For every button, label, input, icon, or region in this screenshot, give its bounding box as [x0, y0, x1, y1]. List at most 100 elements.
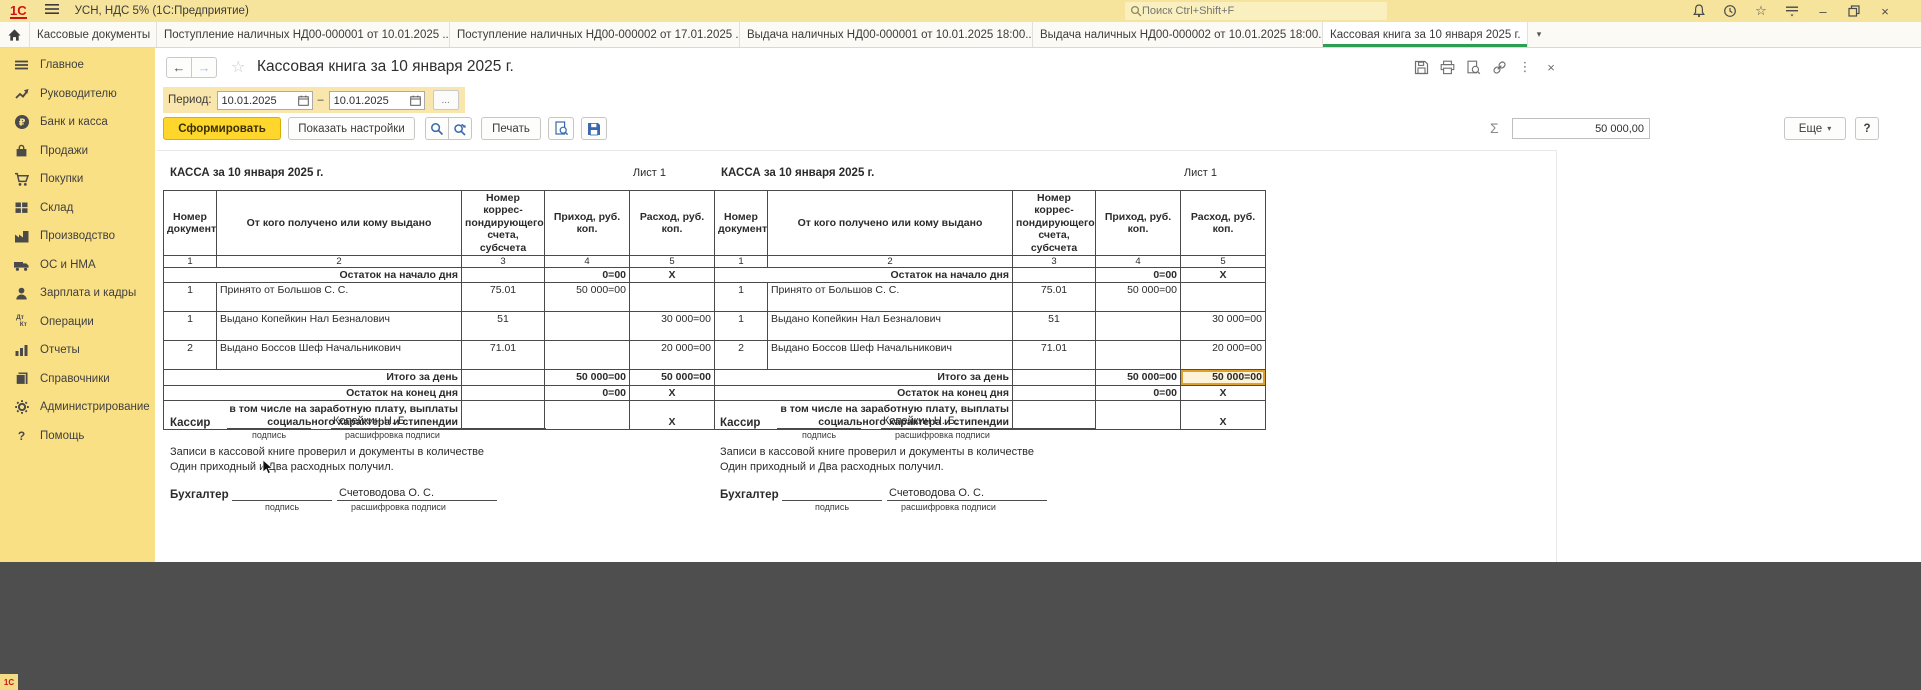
- more-button[interactable]: Еще ▾: [1784, 117, 1846, 140]
- col-header-in[interactable]: Приход, руб. коп.: [545, 191, 630, 256]
- find-button[interactable]: [425, 117, 449, 140]
- sidebar-item-help[interactable]: ? Помощь: [0, 422, 155, 451]
- generate-button[interactable]: Сформировать: [163, 117, 281, 140]
- sidebar-item-warehouse[interactable]: Склад: [0, 194, 155, 223]
- cell-total-in[interactable]: 50 000=00: [1096, 370, 1181, 385]
- col-header-account[interactable]: Номер коррес-пондирующего счета, субсчет…: [1013, 191, 1096, 256]
- cell-doc-num[interactable]: 1: [164, 283, 217, 312]
- cell-payee[interactable]: Принято от Большов С. С.: [217, 283, 462, 312]
- cell-opening-label[interactable]: Остаток на начало дня: [164, 268, 462, 283]
- history-icon[interactable]: [1722, 3, 1738, 19]
- cell-payee[interactable]: Выдано Копейкин Нал Безналович: [768, 312, 1013, 341]
- sidebar-item-directories[interactable]: Справочники: [0, 365, 155, 394]
- calendar-icon[interactable]: [408, 92, 424, 109]
- tab-cash-documents[interactable]: Кассовые документы ×: [30, 22, 157, 47]
- save-button[interactable]: [581, 117, 607, 140]
- get-link-icon[interactable]: [1491, 59, 1507, 75]
- cell-out[interactable]: [630, 283, 715, 312]
- cell-payee[interactable]: Выдано Копейкин Нал Безналович: [217, 312, 462, 341]
- restore-button[interactable]: [1846, 3, 1862, 19]
- favorites-star-icon[interactable]: ☆: [1753, 3, 1769, 19]
- col-num[interactable]: 2: [217, 255, 462, 267]
- notifications-bell-icon[interactable]: [1691, 3, 1707, 19]
- cell-closing-label[interactable]: Остаток на конец дня: [715, 385, 1013, 400]
- col-num[interactable]: 4: [1096, 255, 1181, 267]
- cell-in[interactable]: 50 000=00: [1096, 283, 1181, 312]
- cell-total-label[interactable]: Итого за день: [164, 370, 462, 385]
- tab-home[interactable]: [0, 22, 30, 47]
- minimize-button[interactable]: –: [1815, 3, 1831, 19]
- cell-closing-label[interactable]: Остаток на конец дня: [164, 385, 462, 400]
- cell-doc-num[interactable]: 2: [715, 341, 768, 370]
- cell-total-in[interactable]: 50 000=00: [545, 370, 630, 385]
- cell-account[interactable]: 51: [1013, 312, 1096, 341]
- cell-out[interactable]: 30 000=00: [630, 312, 715, 341]
- tab-cash-receipt-1[interactable]: Поступление наличных НД00-000001 от 10.0…: [157, 22, 450, 47]
- close-form-icon[interactable]: ×: [1543, 59, 1559, 75]
- close-window-button[interactable]: ×: [1877, 3, 1893, 19]
- sidebar-item-salary-hr[interactable]: Зарплата и кадры: [0, 279, 155, 308]
- col-header-out[interactable]: Расход, руб. коп.: [630, 191, 715, 256]
- cell-closing-out[interactable]: X: [630, 385, 715, 400]
- sidebar-item-fixed-assets[interactable]: ОС и НМА: [0, 251, 155, 280]
- sidebar-item-operations[interactable]: Дт Кт Операции: [0, 308, 155, 337]
- sidebar-item-bank-cash[interactable]: ₽ Банк и касса: [0, 108, 155, 137]
- period-more-button[interactable]: ...: [433, 90, 459, 110]
- taskbar-1c-icon[interactable]: 1С: [0, 674, 18, 690]
- cell-payee[interactable]: Принято от Большов С. С.: [768, 283, 1013, 312]
- cell-opening-out[interactable]: X: [1181, 268, 1266, 283]
- cell-in[interactable]: 50 000=00: [545, 283, 630, 312]
- cell[interactable]: [462, 268, 545, 283]
- history-back-button[interactable]: ←: [166, 57, 192, 78]
- cell-doc-num[interactable]: 1: [715, 312, 768, 341]
- tab-cash-issue-2[interactable]: Выдача наличных НД00-000002 от 10.01.202…: [1033, 22, 1323, 47]
- col-header-payee[interactable]: От кого получено или кому выдано: [768, 191, 1013, 256]
- cell-in[interactable]: [545, 312, 630, 341]
- cell-payee[interactable]: Выдано Боссов Шеф Начальникович: [768, 341, 1013, 370]
- cell[interactable]: [1013, 370, 1096, 385]
- col-num[interactable]: 4: [545, 255, 630, 267]
- cell-doc-num[interactable]: 1: [715, 283, 768, 312]
- search-input[interactable]: [1142, 5, 1362, 17]
- cell-account[interactable]: 75.01: [462, 283, 545, 312]
- cell-closing-out[interactable]: X: [1181, 385, 1266, 400]
- col-num[interactable]: 3: [1013, 255, 1096, 267]
- history-forward-button[interactable]: →: [191, 57, 217, 78]
- save-report-icon[interactable]: [1413, 59, 1429, 75]
- col-num[interactable]: 1: [164, 255, 217, 267]
- sidebar-item-production[interactable]: Производство: [0, 222, 155, 251]
- col-header-in[interactable]: Приход, руб. коп.: [1096, 191, 1181, 256]
- main-menu-icon[interactable]: [45, 2, 59, 20]
- cell-doc-num[interactable]: 1: [164, 312, 217, 341]
- print-icon[interactable]: [1439, 59, 1455, 75]
- reset-search-button[interactable]: [448, 117, 472, 140]
- col-num[interactable]: 3: [462, 255, 545, 267]
- cell-out[interactable]: [1181, 283, 1266, 312]
- cell-closing-in[interactable]: 0=00: [1096, 385, 1181, 400]
- sidebar-item-main[interactable]: Главное: [0, 51, 155, 80]
- cash-book-table-right[interactable]: Номер документа От кого получено или ком…: [714, 190, 1266, 430]
- cell-in[interactable]: [1096, 341, 1181, 370]
- cell[interactable]: [1013, 385, 1096, 400]
- cell-total-label[interactable]: Итого за день: [715, 370, 1013, 385]
- cell-total-out[interactable]: 50 000=00: [630, 370, 715, 385]
- favorite-star-icon[interactable]: ☆: [231, 57, 245, 77]
- sidebar-item-reports[interactable]: Отчеты: [0, 336, 155, 365]
- print-button[interactable]: Печать: [481, 117, 541, 140]
- col-num[interactable]: 1: [715, 255, 768, 267]
- show-settings-button[interactable]: Показать настройки: [288, 117, 415, 140]
- cell-total-out-selected[interactable]: 50 000=00: [1181, 370, 1266, 385]
- col-header-payee[interactable]: От кого получено или кому выдано: [217, 191, 462, 256]
- cell-out[interactable]: 20 000=00: [1181, 341, 1266, 370]
- cell-opening-in[interactable]: 0=00: [1096, 268, 1181, 283]
- cell-payee[interactable]: Выдано Боссов Шеф Начальникович: [217, 341, 462, 370]
- help-button[interactable]: ?: [1855, 117, 1879, 140]
- col-num[interactable]: 2: [768, 255, 1013, 267]
- cell[interactable]: [1013, 268, 1096, 283]
- col-header-account[interactable]: Номер коррес-пондирующего счета, субсчет…: [462, 191, 545, 256]
- cash-book-table-left[interactable]: Номер документа От кого получено или ком…: [163, 190, 715, 430]
- cell-closing-in[interactable]: 0=00: [545, 385, 630, 400]
- cell-out[interactable]: 20 000=00: [630, 341, 715, 370]
- global-search[interactable]: [1125, 2, 1387, 20]
- col-num[interactable]: 5: [1181, 255, 1266, 267]
